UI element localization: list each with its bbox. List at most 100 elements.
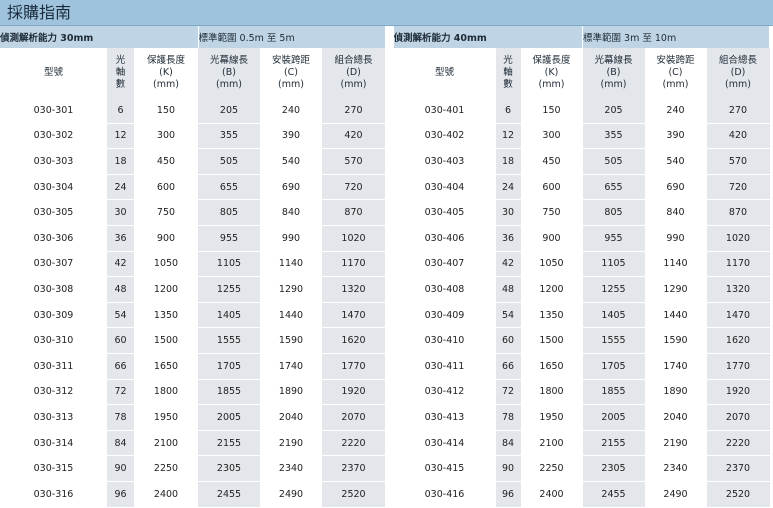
cell-axes: 24	[107, 174, 134, 201]
table-row: 030-316 96 2400 2455 2490 2520	[0, 481, 385, 508]
cell-model: 030-309	[0, 302, 107, 329]
table-row: 030-407 42 1050 1105 1140 1170	[393, 251, 770, 278]
cell-assembly-length: 870	[706, 199, 770, 226]
table-row: 030-310 60 1500 1555 1590 1620	[0, 327, 385, 354]
header-curtain-length: 光幕線長 (B) (mm)	[198, 48, 260, 98]
cell-curtain-length: 1855	[198, 379, 260, 406]
cell-protected-length: 450	[520, 148, 583, 175]
header-install-span-line: (C)	[668, 67, 683, 78]
cell-model: 030-407	[393, 251, 496, 278]
cell-protected-length: 1500	[520, 327, 583, 354]
cell-model: 030-301	[0, 98, 107, 124]
cell-install-span: 840	[644, 199, 707, 226]
cell-axes: 78	[495, 404, 521, 431]
cell-assembly-length: 1020	[322, 225, 385, 252]
header-assembly-length-line: (D)	[730, 67, 746, 78]
cell-curtain-length: 655	[582, 174, 645, 201]
header-assembly-length-line: (D)	[346, 67, 361, 78]
cell-curtain-length: 1255	[198, 276, 260, 303]
range-label: 標準範圍 3m 至 10m	[582, 26, 770, 48]
cell-curtain-length: 2155	[198, 430, 260, 457]
cell-assembly-length: 1470	[706, 302, 770, 329]
header-model-line: 型號	[43, 67, 63, 78]
cell-install-span: 2040	[644, 404, 707, 431]
cell-curtain-length: 1255	[582, 276, 645, 303]
cell-protected-length: 1200	[520, 276, 583, 303]
cell-protected-length: 2400	[520, 481, 583, 508]
table-row: 030-301 6 150 205 240 270	[0, 98, 385, 124]
cell-install-span: 1590	[644, 327, 707, 354]
cell-axes: 66	[495, 353, 521, 380]
header-install-span-line: 安裝跨距	[271, 55, 310, 66]
header-curtain-length-line: (B)	[222, 67, 236, 78]
cell-axes: 72	[495, 379, 521, 406]
cell-model: 030-306	[0, 225, 107, 252]
cell-protected-length: 1350	[520, 302, 583, 329]
cell-install-span: 1290	[260, 276, 322, 303]
cell-axes: 12	[107, 123, 134, 150]
cell-install-span: 2490	[260, 481, 322, 508]
cell-curtain-length: 2305	[582, 455, 645, 482]
table-row: 030-413 78 1950 2005 2040 2070	[393, 404, 770, 431]
cell-assembly-length: 2370	[322, 455, 385, 482]
header-axes-line: 數	[503, 79, 513, 90]
cell-protected-length: 1950	[134, 404, 198, 431]
table-row: 030-415 90 2250 2305 2340 2370	[393, 455, 770, 482]
table-row: 030-406 36 900 955 990 1020	[393, 225, 770, 252]
cell-model: 030-416	[393, 481, 496, 508]
cell-axes: 96	[107, 481, 134, 508]
cell-model: 030-310	[0, 327, 107, 354]
cell-model: 030-305	[0, 199, 107, 226]
header-protected-length-line: (K)	[544, 67, 559, 78]
cell-model: 030-410	[393, 327, 496, 354]
header-model: 型號	[393, 48, 496, 98]
cell-curtain-length: 355	[582, 123, 645, 150]
cell-assembly-length: 870	[322, 199, 385, 226]
cell-curtain-length: 2005	[582, 404, 645, 431]
header-protected-length-line: 保護長度	[532, 55, 571, 66]
cell-install-span: 390	[260, 123, 322, 150]
cell-assembly-length: 1770	[706, 353, 770, 380]
cell-protected-length: 750	[134, 199, 198, 226]
cell-install-span: 240	[644, 98, 707, 124]
table-row: 030-309 54 1350 1405 1440 1470	[0, 302, 385, 329]
header-protected-length: 保護長度 (K) (mm)	[134, 48, 198, 98]
header-install-span: 安裝跨距 (C) (mm)	[260, 48, 322, 98]
cell-model: 030-313	[0, 404, 107, 431]
cell-model: 030-308	[0, 276, 107, 303]
table-row: 030-401 6 150 205 240 270	[393, 98, 770, 124]
table-row: 030-410 60 1500 1555 1590 1620	[393, 327, 770, 354]
cell-assembly-length: 1920	[322, 379, 385, 406]
cell-axes: 66	[107, 353, 134, 380]
tables-wrapper: 偵測解析能力 30mm 標準範圍 0.5m 至 5m 型號光軸數保護長度 (K)(…	[0, 26, 773, 508]
cell-assembly-length: 2220	[706, 430, 770, 457]
page-title: 採購指南	[7, 3, 72, 22]
cell-curtain-length: 2005	[198, 404, 260, 431]
header-model: 型號	[0, 48, 107, 98]
cell-install-span: 2190	[260, 430, 322, 457]
cell-curtain-length: 1105	[198, 251, 260, 278]
cell-model: 030-303	[0, 148, 107, 175]
cell-install-span: 1740	[260, 353, 322, 380]
cell-install-span: 1140	[644, 251, 707, 278]
cell-install-span: 2340	[644, 455, 707, 482]
spec-table-40mm: 偵測解析能力 40mm 標準範圍 3m 至 10m 型號光軸數保護長度 (K) (m…	[393, 26, 770, 508]
cell-assembly-length: 2370	[706, 455, 770, 482]
cell-protected-length: 2100	[520, 430, 583, 457]
table-row: 030-408 48 1200 1255 1290 1320	[393, 276, 770, 303]
cell-assembly-length: 1620	[706, 327, 770, 354]
range-label: 標準範圍 0.5m 至 5m	[198, 26, 386, 48]
cell-curtain-length: 2455	[198, 481, 260, 508]
header-axes: 光軸數	[495, 48, 521, 98]
cell-assembly-length: 1170	[706, 251, 770, 278]
column-header-row: 型號光軸數保護長度 (K) (mm) 光幕線長 (B) (mm) 安裝跨距 (C) (mm) 組合…	[393, 48, 770, 98]
table-row: 030-313 78 1950 2005 2040 2070	[0, 404, 385, 431]
cell-assembly-length: 570	[706, 148, 770, 175]
table-row: 030-412 72 1800 1855 1890 1920	[393, 379, 770, 406]
table-row: 030-302 12 300 355 390 420	[0, 123, 385, 150]
cell-model: 030-307	[0, 251, 107, 278]
header-curtain-length-line: (B)	[606, 67, 621, 78]
cell-protected-length: 1650	[520, 353, 583, 380]
cell-curtain-length: 1105	[582, 251, 645, 278]
cell-model: 030-413	[393, 404, 496, 431]
